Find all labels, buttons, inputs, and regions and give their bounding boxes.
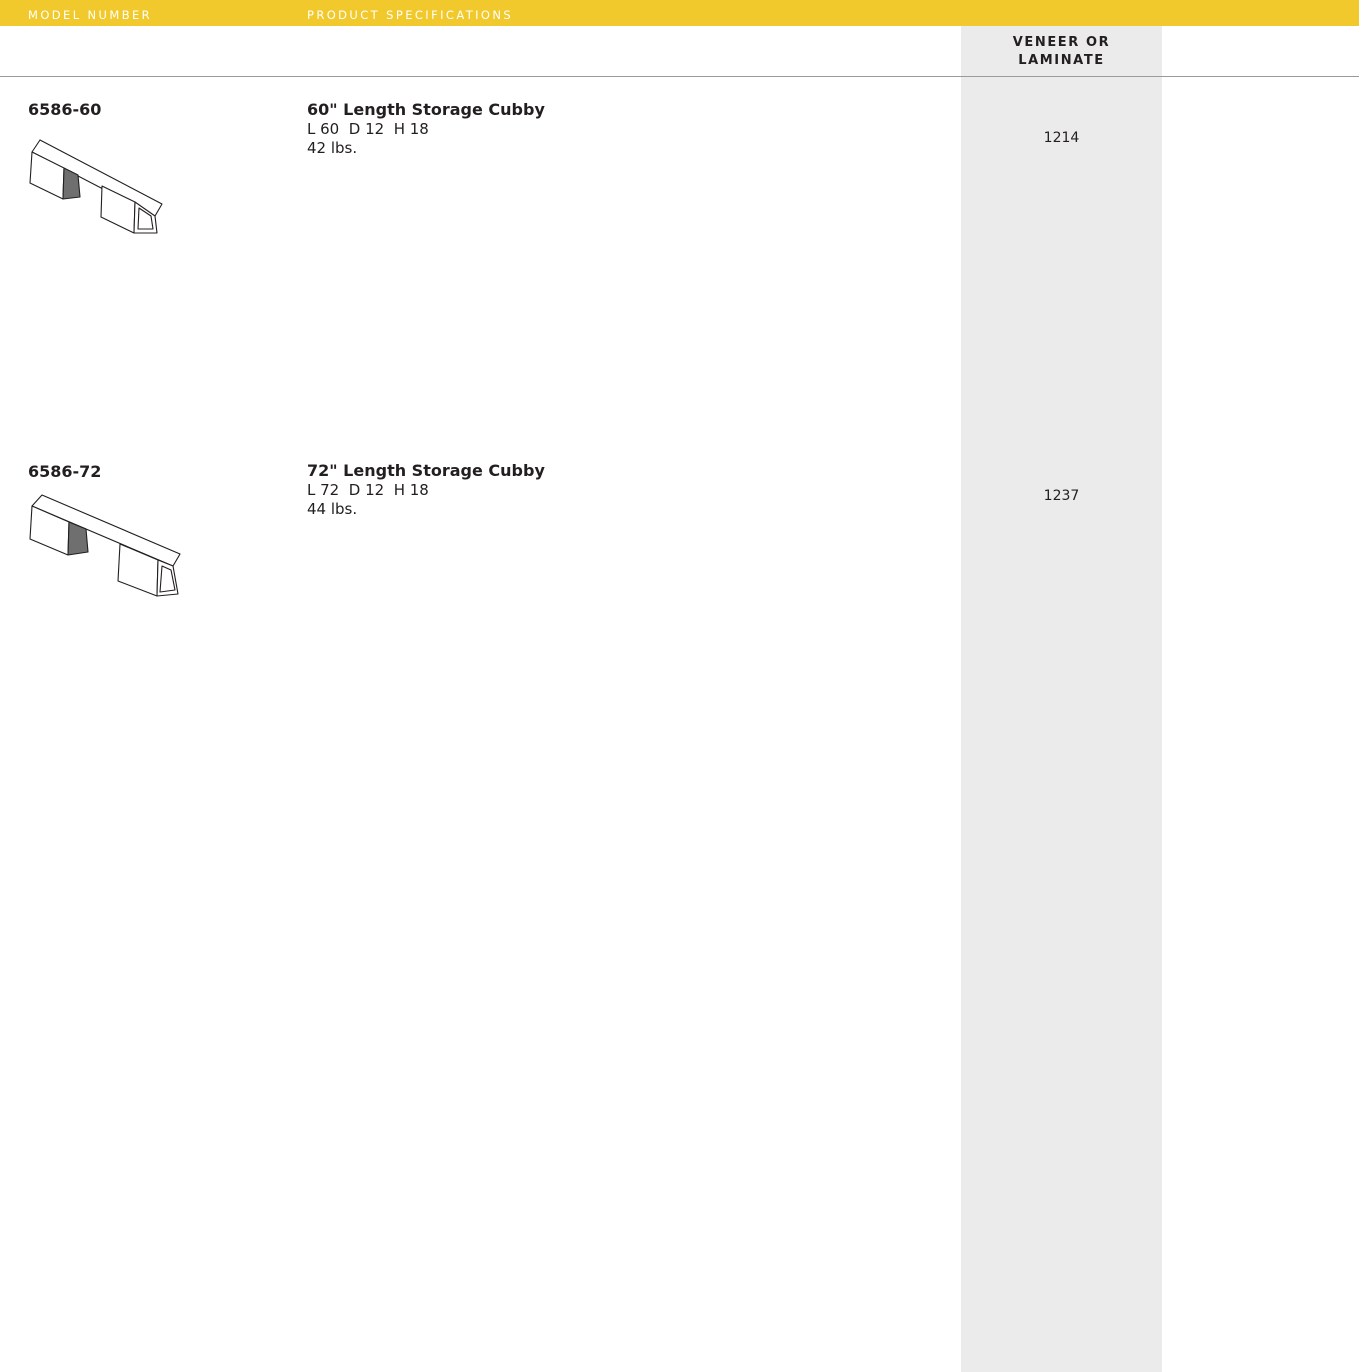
storage-cubby-illustration [29, 139, 163, 234]
heading-line-2: LAMINATE [1018, 53, 1105, 68]
model-number: 6586-60 [28, 100, 102, 119]
model-number-header: MODEL NUMBER [28, 8, 153, 22]
product-weight: 44 lbs. [307, 500, 358, 518]
product-name: 72" Length Storage Cubby [307, 461, 545, 480]
product-dimensions: L 60 D 12 H 18 [307, 120, 429, 138]
header-bar: MODEL NUMBER PRODUCT SPECIFICATIONS [0, 0, 1359, 26]
product-weight: 42 lbs. [307, 139, 358, 157]
veneer-laminate-column [961, 26, 1162, 1372]
product-name: 60" Length Storage Cubby [307, 100, 545, 119]
veneer-laminate-heading: VENEER OR LAMINATE [961, 34, 1162, 70]
product-specifications-header: PRODUCT SPECIFICATIONS [307, 8, 514, 22]
product-dimensions: L 72 D 12 H 18 [307, 481, 429, 499]
storage-cubby-illustration [29, 494, 181, 597]
price-value: 1214 [1043, 130, 1080, 146]
model-number: 6586-72 [28, 462, 102, 481]
heading-line-1: VENEER OR [1012, 35, 1111, 50]
header-divider [0, 76, 1359, 77]
price-value: 1237 [1043, 488, 1080, 504]
product-spec: 72" Length Storage Cubby L 72 D 12 H 18 … [307, 461, 545, 519]
product-spec: 60" Length Storage Cubby L 60 D 12 H 18 … [307, 100, 545, 158]
